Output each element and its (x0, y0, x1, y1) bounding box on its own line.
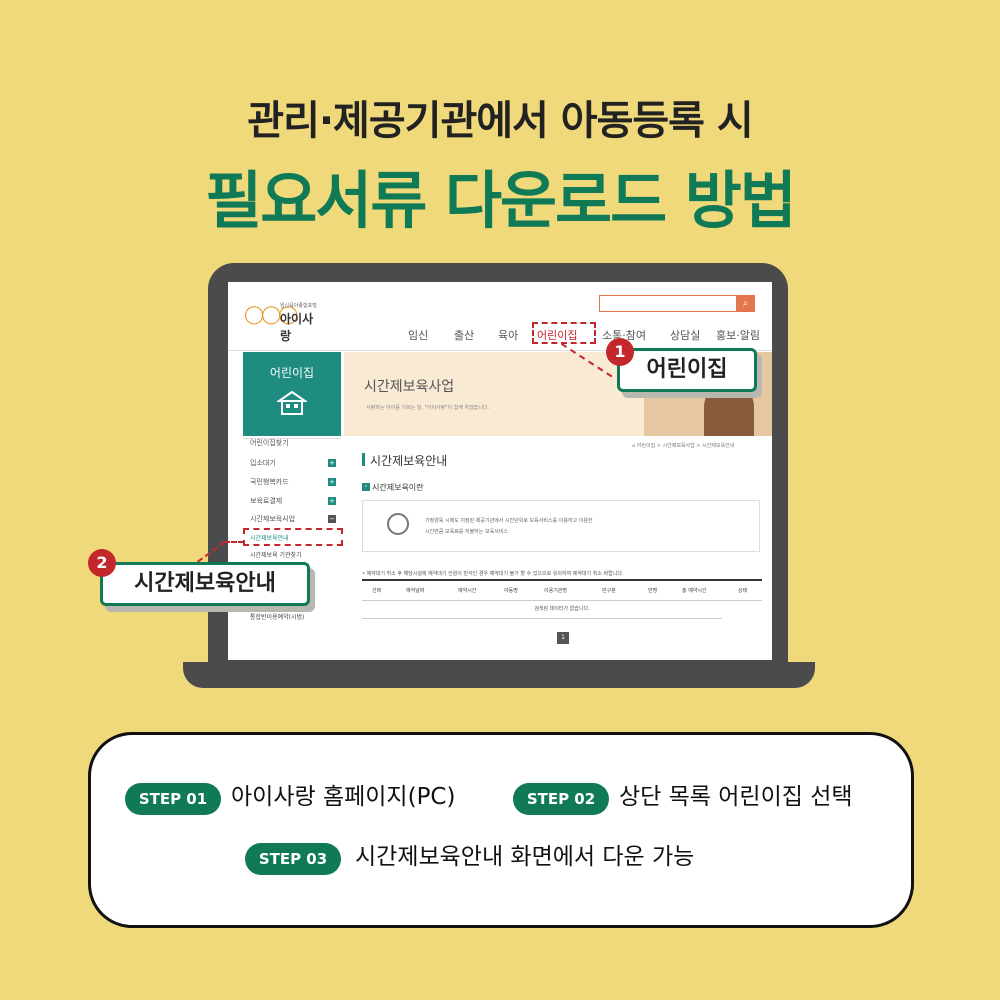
banner-title: 시간제보육사업 (364, 379, 455, 395)
plus-icon[interactable]: + (328, 478, 336, 486)
laptop-screen: ◯◯◯ 임신육아종합포털 아이사랑 ⌕ 임신 출산 육아 어린이집 소통·참여 … (228, 282, 772, 660)
site-logo[interactable]: ◯◯◯ 임신육아종합포털 아이사랑 (244, 298, 324, 343)
steps-card: STEP 01 아이사랑 홈페이지(PC) STEP 02 상단 목록 어린이집… (88, 732, 914, 928)
info-line: 시간만큼 보육료를 지불하는 보육서비스 (425, 529, 508, 535)
pagination-page[interactable]: 1 (557, 632, 569, 644)
table-header: 선택 예약날짜 예약시간 아동명 이용기관명 반구분 반명 총 예약시간 상태 (362, 584, 762, 598)
search-input[interactable] (599, 295, 755, 312)
step-text: 상단 목록 어린이집 선택 (619, 784, 853, 810)
logo-name: 아이사랑 (280, 312, 314, 343)
lnb-item-timecare[interactable]: 시간제보육사업 (250, 514, 295, 524)
plus-icon[interactable]: + (328, 459, 336, 467)
table-header-cell: 총 예약시간 (682, 588, 707, 594)
info-line: 가정양육 시에도 지정된 제공기관에서 시간단위로 보육서비스를 이용하고 이용… (425, 518, 593, 524)
lnb-item[interactable]: 어린이집찾기 (250, 438, 289, 448)
breadcrumb: ⌂ 어린이집 > 시간제보육사업 > 시간제보육안내 (632, 443, 735, 449)
callout-timecare-guide: 시간제보육안내 (100, 562, 310, 606)
section-title: 시간제보육이란 (372, 483, 424, 492)
lnb-header: 어린이집 (243, 352, 341, 436)
step-tag: STEP 01 (125, 783, 221, 815)
table-header-cell: 예약시간 (458, 588, 477, 594)
lnb-title: 어린이집 (269, 366, 315, 380)
gnb-item[interactable]: 홍보·알림 (716, 327, 760, 343)
table-rule (362, 600, 762, 601)
search-icon[interactable]: ⌕ (736, 295, 755, 312)
table-header-cell: 상태 (738, 588, 748, 594)
callout-connector (224, 541, 244, 543)
headline-line2: 필요서류 다운로드 방법 (205, 164, 797, 237)
lnb-item[interactable]: 입소대기 (250, 458, 276, 468)
plus-icon[interactable]: + (328, 497, 336, 505)
minus-icon[interactable]: − (328, 515, 336, 523)
table-top-rule (362, 579, 762, 581)
lnb-subitem[interactable]: 시간제보육 기관찾기 (250, 550, 302, 559)
headline-line1: 관리·제공기관에서 아동등록 시 (247, 98, 753, 144)
step-number-badge: 1 (606, 338, 634, 366)
step-tag: STEP 02 (513, 783, 609, 815)
callout-daycare: 어린이집 (617, 348, 757, 392)
table-header-cell: 선택 (372, 588, 382, 594)
gnb-item[interactable]: 육아 (498, 327, 518, 343)
table-header-cell: 반구분 (602, 588, 616, 594)
step-tag: STEP 03 (245, 843, 341, 875)
table-header-cell: 반명 (648, 588, 658, 594)
breadcrumb-text: 어린이집 > 시간제보육사업 > 시간제보육안내 (636, 443, 735, 449)
notice-text-body: 예약대기 취소 후 해당시설에 예약대기 인원이 만석인 경우 예약대기 불가 … (366, 571, 624, 577)
table-rule (362, 618, 722, 619)
table-empty-message: 검색된 데이터가 없습니다. (534, 606, 590, 612)
laptop-base (183, 662, 815, 688)
gnb-item[interactable]: 임신 (408, 327, 428, 343)
gnb-item[interactable]: 출산 (454, 327, 474, 343)
lnb-item[interactable]: 보육료결제 (250, 496, 282, 506)
info-box: 가정양육 시에도 지정된 제공기관에서 시간단위로 보육서비스를 이용하고 이용… (362, 500, 760, 552)
logo-subtitle: 임신육아종합포털 (280, 303, 317, 309)
gnb-item[interactable]: 상담실 (670, 327, 700, 343)
table-header-cell: 이용기관명 (544, 588, 568, 594)
title-bar (362, 453, 365, 466)
step-number-badge: 2 (88, 549, 116, 577)
clock-icon (387, 513, 409, 535)
lnb-highlight-box (243, 528, 343, 546)
step-text: 아이사랑 홈페이지(PC) (231, 784, 456, 810)
gnb-highlight-box (532, 322, 596, 344)
lnb-item[interactable]: 국민행복카드 (250, 477, 289, 487)
lnb-subitem[interactable]: 통합반이용예약(시범) (250, 612, 304, 621)
arrow-icon: › (362, 483, 370, 491)
table-header-cell: 예약날짜 (406, 588, 425, 594)
notice-text: • 예약대기 취소 후 해당시설에 예약대기 인원이 만석인 경우 예약대기 불… (362, 571, 624, 577)
banner-subtitle: 사랑하는 아이를 기르는 일, "아이사랑"이 함께 하겠습니다. (366, 405, 490, 411)
content-title: 시간제보육안내 (370, 454, 448, 468)
step-text: 시간제보육안내 화면에서 다운 가능 (355, 844, 695, 870)
house-icon (277, 390, 307, 415)
table-header-cell: 아동명 (504, 588, 518, 594)
